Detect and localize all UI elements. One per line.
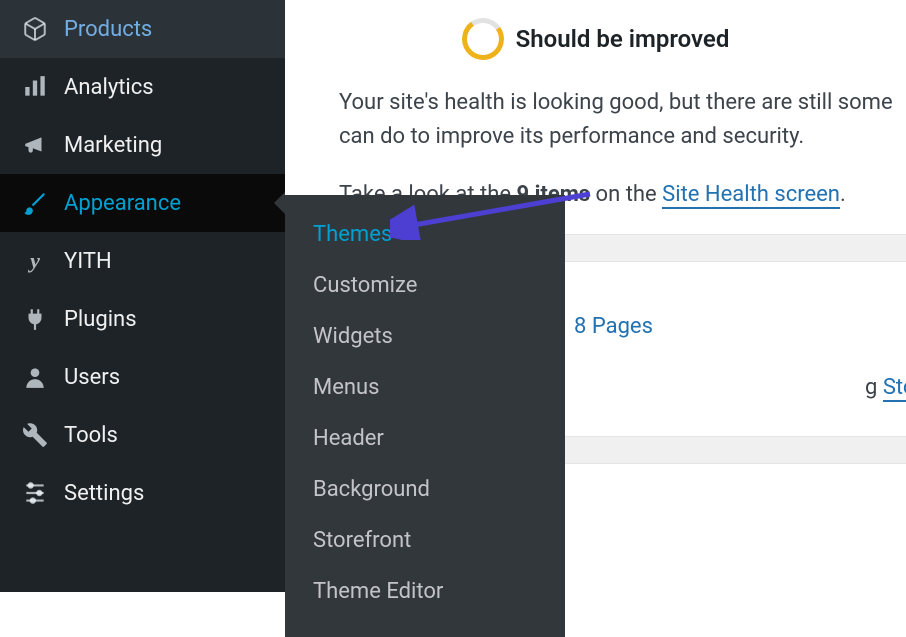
- appearance-submenu: Themes Customize Widgets Menus Header Ba…: [285, 195, 565, 637]
- site-health-description: Your site's health is looking good, but …: [285, 74, 906, 158]
- submenu-item-menus[interactable]: Menus: [285, 362, 565, 413]
- sidebar-item-label: Settings: [64, 481, 144, 506]
- theme-link[interactable]: Storefront: [883, 375, 906, 402]
- plug-icon: [20, 304, 50, 334]
- sidebar-item-label: Marketing: [64, 133, 162, 158]
- sliders-icon: [20, 478, 50, 508]
- site-health-header: Should be improved: [285, 0, 906, 74]
- sidebar-item-yith[interactable]: y YITH: [0, 232, 285, 290]
- sidebar-item-label: Analytics: [64, 75, 154, 100]
- submenu-item-storefront[interactable]: Storefront: [285, 515, 565, 566]
- sidebar-item-label: Tools: [64, 423, 118, 448]
- brush-icon: [20, 188, 50, 218]
- sidebar-item-label: Products: [64, 17, 152, 42]
- sidebar-item-label: Plugins: [64, 307, 137, 332]
- sidebar-item-appearance[interactable]: Appearance: [0, 174, 285, 232]
- submenu-item-themes[interactable]: Themes: [285, 209, 565, 260]
- progress-circle-icon: [458, 15, 507, 64]
- sidebar-item-users[interactable]: Users: [0, 348, 285, 406]
- submenu-item-header[interactable]: Header: [285, 413, 565, 464]
- yith-icon: y: [20, 246, 50, 276]
- sidebar-item-label: Users: [64, 365, 120, 390]
- megaphone-icon: [20, 130, 50, 160]
- sidebar-item-tools[interactable]: Tools: [0, 406, 285, 464]
- package-icon: [20, 14, 50, 44]
- sidebar-item-products[interactable]: Products: [0, 0, 285, 58]
- submenu-item-customize[interactable]: Customize: [285, 260, 565, 311]
- submenu-item-widgets[interactable]: Widgets: [285, 311, 565, 362]
- sidebar-item-analytics[interactable]: Analytics: [0, 58, 285, 116]
- submenu-item-background[interactable]: Background: [285, 464, 565, 515]
- sidebar-item-label: Appearance: [64, 191, 181, 216]
- sidebar-item-marketing[interactable]: Marketing: [0, 116, 285, 174]
- chart-bar-icon: [20, 72, 50, 102]
- pages-link[interactable]: 8 Pages: [574, 314, 653, 339]
- wrench-icon: [20, 420, 50, 450]
- site-health-link[interactable]: Site Health screen: [662, 182, 840, 209]
- site-health-status: Should be improved: [516, 25, 730, 53]
- user-icon: [20, 362, 50, 392]
- admin-sidebar: Products Analytics Marketing Appearance …: [0, 0, 285, 592]
- sidebar-item-settings[interactable]: Settings: [0, 464, 285, 522]
- sidebar-item-label: YITH: [64, 249, 112, 274]
- sidebar-item-plugins[interactable]: Plugins: [0, 290, 285, 348]
